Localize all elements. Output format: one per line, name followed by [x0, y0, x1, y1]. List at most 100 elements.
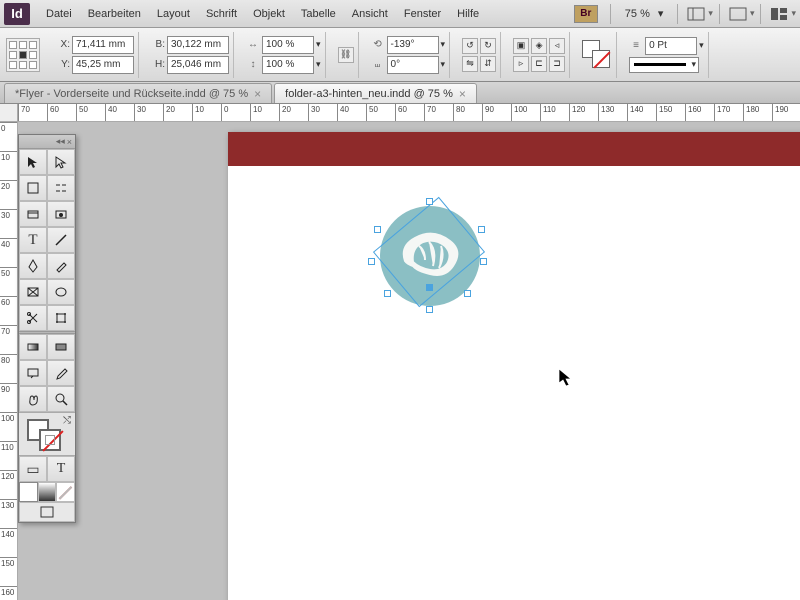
close-icon[interactable]: × [67, 137, 72, 147]
gradient-feather-tool[interactable] [47, 334, 75, 360]
selection-handle[interactable] [426, 306, 433, 313]
tools-panel[interactable]: ◂◂ × T ⤭ [18, 134, 76, 523]
content-placer-tool[interactable] [47, 201, 75, 227]
zoom-dropdown[interactable]: 75 % ▾ [617, 7, 672, 20]
select-content-icon[interactable]: ◈ [531, 38, 547, 54]
selection-handle[interactable] [478, 226, 485, 233]
stroke-swatch[interactable] [592, 50, 610, 68]
screen-mode-icon[interactable] [727, 4, 749, 24]
select-next-icon[interactable]: ▹ [513, 56, 529, 72]
chevron-down-icon[interactable]: ▾ [316, 59, 321, 70]
swap-fill-stroke-icon[interactable]: ⤭ [63, 415, 71, 426]
stroke-color[interactable] [39, 429, 61, 451]
select-container-icon[interactable]: ▣ [513, 38, 529, 54]
flip-v-icon[interactable]: ⇵ [480, 56, 496, 72]
eyedropper-tool[interactable] [47, 360, 75, 386]
selection-handle[interactable] [374, 226, 381, 233]
pen-tool[interactable] [19, 253, 47, 279]
select-first-icon[interactable]: ⊏ [531, 56, 547, 72]
select-prev-icon[interactable]: ◃ [549, 38, 565, 54]
document-page[interactable] [228, 132, 800, 600]
flip-h-icon[interactable]: ⇋ [462, 56, 478, 72]
formatting-container-icon[interactable]: ▭ [19, 456, 47, 482]
menu-window[interactable]: Fenster [396, 4, 449, 24]
selection-center[interactable] [426, 284, 433, 291]
document-tab[interactable]: folder-a3-hinten_neu.indd @ 75 % × [274, 83, 477, 103]
close-icon[interactable]: × [254, 87, 261, 101]
vertical-ruler[interactable]: 0102030405060708090100110120130140150160 [0, 122, 18, 600]
rotate-ccw-icon[interactable]: ↺ [462, 38, 478, 54]
selection-handle[interactable] [464, 290, 471, 297]
menu-help[interactable]: Hilfe [449, 4, 487, 24]
stroke-weight-input[interactable]: 0 Pt [645, 37, 697, 55]
menu-type[interactable]: Schrift [198, 4, 245, 24]
document-tab[interactable]: *Flyer - Vorderseite und Rückseite.indd … [4, 83, 272, 103]
scale-y-input[interactable]: 100 % [262, 56, 314, 74]
selection-handle[interactable] [480, 258, 487, 265]
ruler-tick: 50 [0, 267, 18, 278]
chevron-down-icon[interactable]: ▾ [441, 59, 446, 70]
menu-edit[interactable]: Bearbeiten [80, 4, 149, 24]
note-tool[interactable] [19, 360, 47, 386]
shear-input[interactable]: 0° [387, 56, 439, 74]
line-tool[interactable] [47, 227, 75, 253]
x-label: X: [56, 39, 70, 50]
chevron-down-icon[interactable]: ▾ [441, 39, 446, 50]
scale-x-input[interactable]: 100 % [262, 36, 314, 54]
rectangle-frame-tool[interactable] [19, 279, 47, 305]
direct-selection-tool[interactable] [47, 149, 75, 175]
stroke-style-dropdown[interactable]: ▾ [629, 57, 699, 73]
hand-tool[interactable] [19, 386, 47, 412]
apply-none-icon[interactable] [56, 482, 75, 502]
fill-stroke-group [578, 32, 617, 78]
width-input[interactable]: 30,122 mm [167, 36, 229, 54]
page-tool[interactable] [19, 175, 47, 201]
ruler-tick: 140 [627, 104, 643, 122]
selected-graphic[interactable] [380, 206, 480, 306]
collapse-icon[interactable]: ◂◂ [56, 136, 65, 147]
panel-header[interactable]: ◂◂ × [19, 135, 75, 149]
arrange-docs-icon[interactable] [768, 4, 790, 24]
selection-handle[interactable] [384, 290, 391, 297]
menu-object[interactable]: Objekt [245, 4, 293, 24]
canvas[interactable] [18, 122, 800, 600]
height-input[interactable]: 25,046 mm [167, 56, 229, 74]
fill-stroke-swatch[interactable]: ⤭ [19, 412, 75, 456]
y-input[interactable]: 45,25 mm [72, 56, 134, 74]
pencil-tool[interactable] [47, 253, 75, 279]
reference-point-grid[interactable] [6, 38, 40, 72]
menu-file[interactable]: Datei [38, 4, 80, 24]
apply-color-icon[interactable] [19, 482, 38, 502]
ellipse-tool[interactable] [47, 279, 75, 305]
chevron-down-icon[interactable]: ▾ [699, 40, 704, 51]
select-last-icon[interactable]: ⊐ [549, 56, 565, 72]
view-mode-icon[interactable] [19, 502, 75, 522]
menu-layout[interactable]: Layout [149, 4, 198, 24]
selection-tool[interactable] [19, 149, 47, 175]
chevron-down-icon: ▾ [750, 8, 755, 19]
horizontal-ruler[interactable]: 7060504030201001020304050607080901001101… [18, 104, 800, 122]
rotate-cw-icon[interactable]: ↻ [480, 38, 496, 54]
selection-handle[interactable] [368, 258, 375, 265]
ruler-origin[interactable] [0, 104, 18, 122]
rotate-input[interactable]: -139° [387, 36, 439, 54]
selection-handle[interactable] [426, 198, 433, 205]
formatting-text-icon[interactable]: T [47, 456, 75, 482]
menu-view[interactable]: Ansicht [344, 4, 396, 24]
apply-gradient-icon[interactable] [38, 482, 57, 502]
free-transform-tool[interactable] [47, 305, 75, 331]
bridge-button[interactable]: Br [574, 5, 598, 23]
view-options-icon[interactable] [685, 4, 707, 24]
x-input[interactable]: 71,411 mm [72, 36, 134, 54]
constrain-link-icon[interactable]: ⛓ [338, 47, 354, 63]
gap-tool[interactable] [47, 175, 75, 201]
scissors-tool[interactable] [19, 305, 47, 331]
ruler-tick: 90 [0, 383, 18, 394]
zoom-tool[interactable] [47, 386, 75, 412]
type-tool[interactable]: T [19, 227, 47, 253]
content-collector-tool[interactable] [19, 201, 47, 227]
chevron-down-icon[interactable]: ▾ [316, 39, 321, 50]
menu-table[interactable]: Tabelle [293, 4, 344, 24]
gradient-swatch-tool[interactable] [19, 334, 47, 360]
close-icon[interactable]: × [459, 87, 466, 101]
